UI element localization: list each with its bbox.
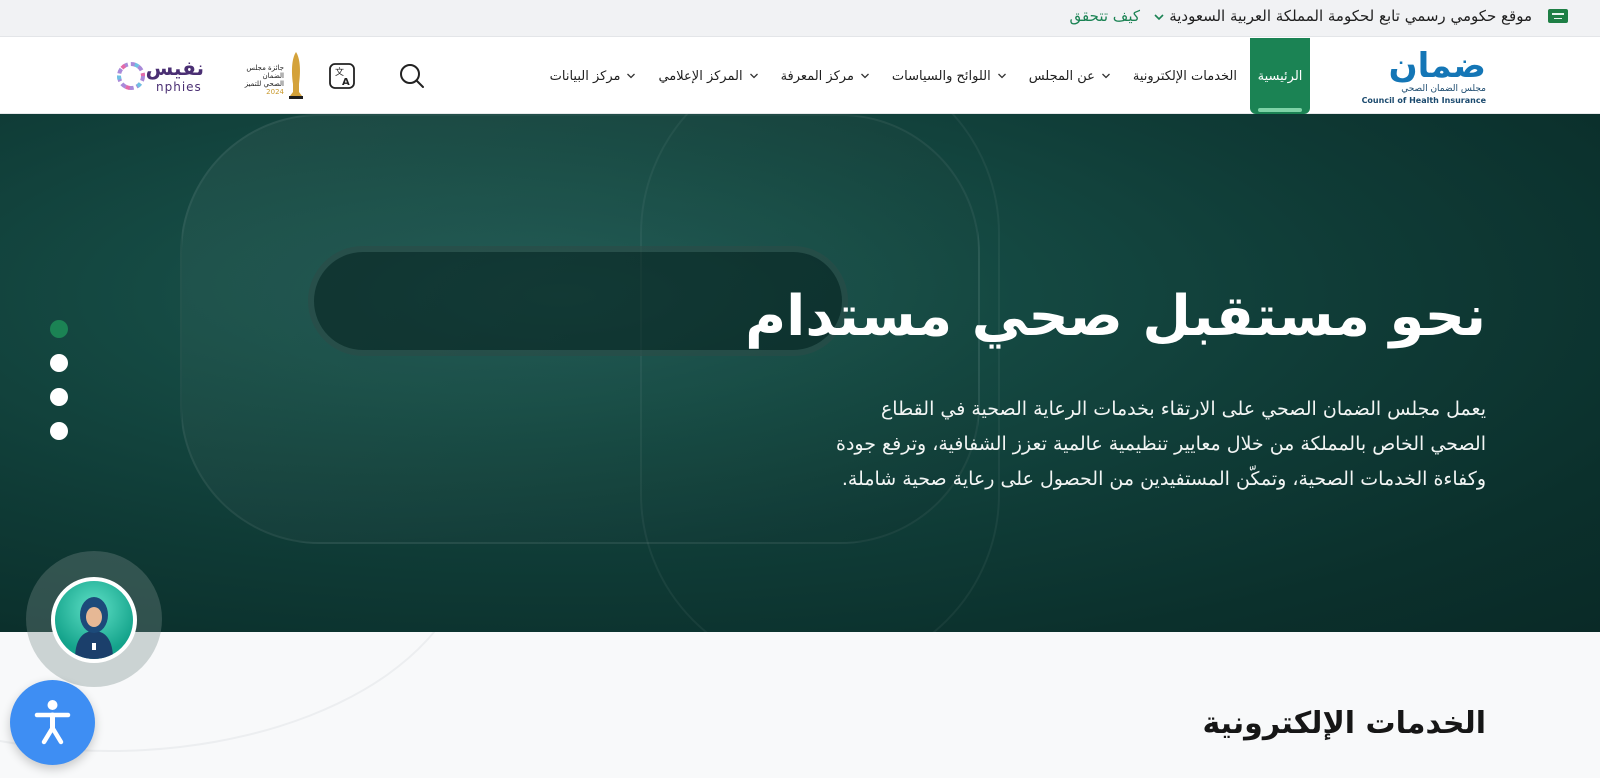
svg-text:A: A xyxy=(342,77,350,88)
award-year: 2024 xyxy=(266,88,284,96)
accessibility-icon xyxy=(34,700,71,745)
hero-background-shape xyxy=(640,114,1000,632)
accessibility-button[interactable] xyxy=(10,680,95,765)
how-to-verify-link[interactable]: كيف تتحقق xyxy=(1070,7,1140,25)
assistant-figure-icon xyxy=(75,597,113,659)
nav-item-label: المركز الإعلامي xyxy=(658,68,743,84)
slider-dot-1[interactable] xyxy=(50,320,68,338)
hero-title: نحو مستقبل صحي مستدام xyxy=(745,284,1486,349)
slider-dot-3[interactable] xyxy=(50,388,68,406)
logo-english: Council of Health Insurance xyxy=(1361,96,1486,105)
gov-banner: موقع حكومي رسمي تابع لحكومة المملكة العر… xyxy=(0,0,1600,37)
slider-pagination xyxy=(50,320,68,440)
logo-subtitle: مجلس الضمان الصحي xyxy=(1401,84,1486,94)
nav-item-media-center[interactable]: المركز الإعلامي xyxy=(647,38,769,114)
translate-icon[interactable]: 文 A xyxy=(328,62,356,90)
nav-item-label: الخدمات الإلكترونية xyxy=(1132,68,1237,84)
nav-item-knowledge-center[interactable]: مركز المعرفة xyxy=(770,38,881,114)
nphies-arabic: نفيس xyxy=(145,56,204,80)
section-title: الخدمات الإلكترونية xyxy=(1202,706,1486,741)
hero-banner: نحو مستقبل صحي مستدام يعمل مجلس الضمان ا… xyxy=(0,114,1600,632)
nav-item-e-services[interactable]: الخدمات الإلكترونية xyxy=(1122,38,1248,114)
nav-item-data-center[interactable]: مركز البيانات xyxy=(539,38,648,114)
nav-item-about[interactable]: عن المجلس xyxy=(1018,38,1122,114)
slider-dot-2[interactable] xyxy=(50,354,68,372)
hero-description: يعمل مجلس الضمان الصحي على الارتقاء بخدم… xyxy=(836,398,1486,490)
slider-dot-4[interactable] xyxy=(50,422,68,440)
nav-item-label: عن المجلس xyxy=(1028,68,1095,84)
saudi-flag-icon xyxy=(1548,9,1568,23)
chevron-down-icon xyxy=(1101,73,1110,79)
e-services-section: الخدمات الإلكترونية xyxy=(0,632,1600,778)
search-icon[interactable] xyxy=(398,62,426,90)
nphies-logo[interactable]: نفيس nphies xyxy=(114,56,214,96)
site-logo[interactable]: ضمان مجلس الضمان الصحي Council of Health… xyxy=(1362,46,1486,106)
chevron-down-icon xyxy=(860,73,869,79)
main-header: ضمان مجلس الضمان الصحي Council of Health… xyxy=(0,38,1600,114)
trophy-icon xyxy=(289,52,303,99)
nav-item-label: مركز البيانات xyxy=(549,68,621,84)
nav-item-label: مركز المعرفة xyxy=(780,68,854,84)
nphies-english: nphies xyxy=(156,80,202,94)
chevron-down-icon[interactable] xyxy=(1152,10,1166,24)
nav-item-label: اللوائح والسياسات xyxy=(891,68,991,84)
award-text: جائزة مجلس الضمان الصحي للتميز 2024 xyxy=(244,64,284,96)
chevron-down-icon xyxy=(997,73,1006,79)
chevron-down-icon xyxy=(627,73,636,79)
nav-item-home[interactable]: الرئيسية xyxy=(1250,38,1310,114)
chevron-down-icon xyxy=(749,73,758,79)
nav-item-regulations[interactable]: اللوائح والسياسات xyxy=(881,38,1018,114)
excellence-award-logo[interactable]: جائزة مجلس الضمان الصحي للتميز 2024 xyxy=(240,50,304,102)
nav-item-label: الرئيسية xyxy=(1257,68,1303,84)
gov-banner-text: موقع حكومي رسمي تابع لحكومة المملكة العر… xyxy=(1169,7,1532,25)
nphies-ring-icon xyxy=(117,62,145,90)
main-nav: الرئيسية الخدمات الإلكترونية عن المجلس ا… xyxy=(539,38,1310,114)
logo-arabic: ضمان xyxy=(1388,46,1486,86)
virtual-assistant-avatar[interactable] xyxy=(51,577,137,663)
